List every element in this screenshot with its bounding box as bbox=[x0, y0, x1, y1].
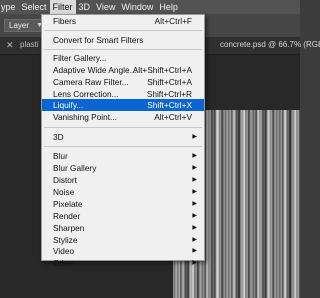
menu-separator bbox=[44, 49, 202, 50]
menu-filter[interactable]: Filter bbox=[49, 0, 76, 14]
chevron-right-icon: ▶ bbox=[192, 189, 197, 195]
submenu-noise[interactable]: Noise ▶ bbox=[42, 186, 204, 198]
chevron-right-icon: ▶ bbox=[192, 134, 197, 140]
menu-separator bbox=[44, 30, 202, 31]
menu-item-label: 3D bbox=[53, 132, 64, 142]
menu-item-label: Render bbox=[53, 211, 81, 221]
chevron-right-icon: ▶ bbox=[192, 201, 197, 207]
filter-menu: Fibers Alt+Ctrl+F Convert for Smart Filt… bbox=[41, 14, 205, 268]
menu-item-convert-smart-filters[interactable]: Convert for Smart Filters bbox=[42, 34, 204, 46]
menu-separator bbox=[44, 146, 202, 147]
menu-item-label: Pixelate bbox=[53, 199, 83, 209]
menu-window[interactable]: Window bbox=[118, 0, 156, 14]
menu-bar: ype Select Filter 3D View Window Help bbox=[0, 0, 300, 14]
menu-item-label: Filter Gallery... bbox=[53, 53, 107, 63]
menu-item-camera-raw[interactable]: Camera Raw Filter... Shift+Ctrl+A bbox=[42, 76, 204, 88]
menu-item-shortcut: Alt+Ctrl+F bbox=[154, 16, 192, 26]
submenu-video[interactable]: Video ▶ bbox=[42, 245, 204, 257]
menu-item-shortcut: Shift+Ctrl+A bbox=[147, 77, 192, 87]
submenu-other[interactable]: Other ▶ bbox=[42, 257, 204, 268]
chevron-right-icon: ▶ bbox=[192, 225, 197, 231]
tab-concrete[interactable]: concrete.psd @ 66.7% (RGB/8 bbox=[220, 40, 320, 49]
menu-item-adaptive-wide-angle[interactable]: Adaptive Wide Angle... Alt+Shift+Ctrl+A bbox=[42, 64, 204, 76]
menu-help[interactable]: Help bbox=[156, 0, 181, 14]
menu-item-shortcut: Alt+Ctrl+V bbox=[154, 112, 192, 122]
chevron-right-icon: ▶ bbox=[192, 153, 197, 159]
close-icon[interactable]: ✕ bbox=[6, 40, 14, 51]
menu-item-label: Vanishing Point... bbox=[53, 112, 117, 122]
menu-item-label: Sharpen bbox=[53, 223, 85, 233]
menu-item-shortcut: Alt+Shift+Ctrl+A bbox=[132, 65, 192, 75]
menu-item-label: Blur Gallery bbox=[53, 163, 97, 173]
submenu-blur-gallery[interactable]: Blur Gallery ▶ bbox=[42, 162, 204, 174]
menu-item-filter-gallery[interactable]: Filter Gallery... bbox=[42, 52, 204, 64]
menu-type[interactable]: ype bbox=[0, 0, 19, 14]
menu-separator bbox=[44, 127, 202, 128]
menu-item-label: Camera Raw Filter... bbox=[53, 77, 129, 87]
chevron-right-icon: ▶ bbox=[192, 213, 197, 219]
menu-item-label: Convert for Smart Filters bbox=[53, 35, 144, 45]
menu-item-label: Video bbox=[53, 246, 75, 256]
layer-select-value: Layer bbox=[9, 21, 30, 30]
menu-item-label: Noise bbox=[53, 187, 75, 197]
chevron-right-icon: ▶ bbox=[192, 165, 197, 171]
menu-select[interactable]: Select bbox=[19, 0, 50, 14]
submenu-pixelate[interactable]: Pixelate ▶ bbox=[42, 198, 204, 210]
menu-item-liquify[interactable]: Liquify... Shift+Ctrl+X bbox=[42, 99, 204, 111]
chevron-right-icon: ▶ bbox=[192, 260, 197, 266]
submenu-sharpen[interactable]: Sharpen ▶ bbox=[42, 222, 204, 234]
menu-item-label: Blur bbox=[53, 151, 68, 161]
menu-item-label: Distort bbox=[53, 175, 77, 185]
menu-item-label: Liquify... bbox=[53, 100, 84, 110]
submenu-blur[interactable]: Blur ▶ bbox=[42, 150, 204, 162]
chevron-right-icon: ▶ bbox=[192, 177, 197, 183]
menu-item-label: Other bbox=[53, 258, 74, 268]
menu-item-label: Fibers bbox=[53, 16, 77, 26]
menu-item-vanishing-point[interactable]: Vanishing Point... Alt+Ctrl+V bbox=[42, 111, 204, 123]
tab-plasti[interactable]: plasti bbox=[20, 40, 39, 49]
menu-3d[interactable]: 3D bbox=[76, 0, 94, 14]
chevron-right-icon: ▶ bbox=[192, 248, 197, 254]
menu-item-label: Adaptive Wide Angle... bbox=[53, 65, 137, 75]
submenu-3d[interactable]: 3D ▶ bbox=[42, 131, 204, 143]
menu-view[interactable]: View bbox=[93, 0, 118, 14]
menu-item-fibers[interactable]: Fibers Alt+Ctrl+F bbox=[42, 15, 204, 27]
menu-item-shortcut: Shift+Ctrl+X bbox=[147, 100, 192, 110]
submenu-render[interactable]: Render ▶ bbox=[42, 210, 204, 222]
submenu-distort[interactable]: Distort ▶ bbox=[42, 174, 204, 186]
